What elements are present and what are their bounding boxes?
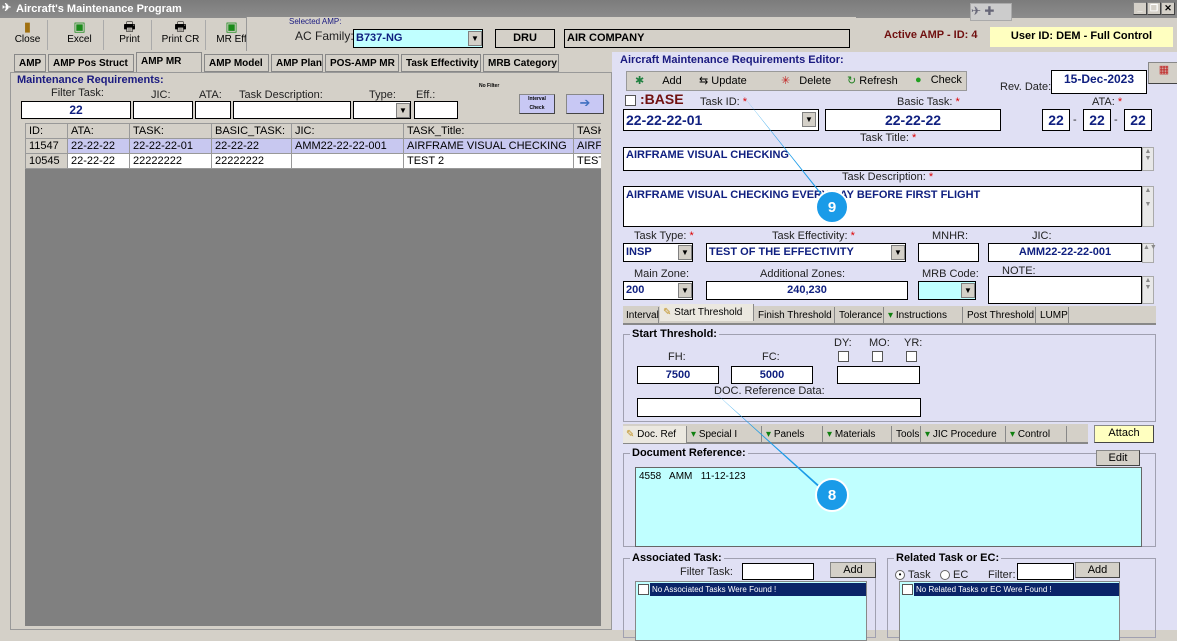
callout-9-number: 9	[828, 199, 836, 216]
callout-8-number: 8	[828, 487, 836, 504]
callout-overlay: 9 8	[712, 92, 849, 512]
